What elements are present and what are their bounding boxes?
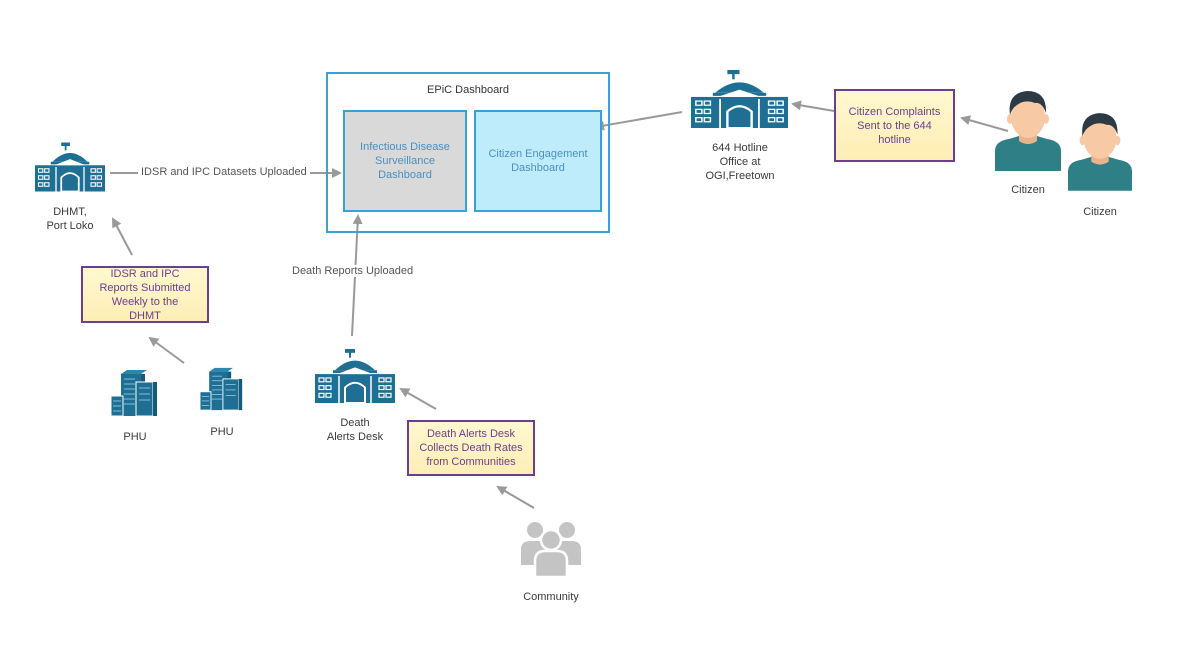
death-desk-label-line1: Death bbox=[340, 417, 370, 429]
edge-label-death-upload: Death Reports Uploaded bbox=[289, 265, 417, 277]
death-desk-label: Death Alerts Desk bbox=[310, 416, 400, 444]
government-building-icon bbox=[315, 349, 395, 403]
dhmt-label-line1: DHMT, bbox=[53, 206, 87, 218]
arrow-complaints-to-hotline bbox=[791, 100, 835, 112]
epic-dashboard-title: EPiC Dashboard bbox=[427, 84, 509, 96]
note-idsr-reports-submitted: IDSR and IPC Reports Submitted Weekly to… bbox=[81, 266, 209, 323]
citizen-engagement-dashboard-label: Citizen Engagement Dashboard bbox=[488, 148, 588, 174]
note-line: Reports Submitted bbox=[99, 281, 191, 294]
note-line: hotline bbox=[878, 133, 911, 146]
infectious-disease-dashboard-label: Infectious Disease Surveillance Dashboar… bbox=[360, 141, 450, 181]
note-line: DHMT bbox=[129, 309, 161, 322]
note-line: Death Alerts Desk bbox=[426, 428, 516, 440]
note-line: Collects Death Rates bbox=[419, 442, 523, 454]
dhmt-label: DHMT, Port Loko bbox=[30, 205, 110, 233]
note-line: from Communities bbox=[426, 456, 516, 468]
hotline-label-line2: Office at bbox=[719, 156, 761, 168]
arrow-community-to-deathnote bbox=[496, 485, 535, 509]
citizen-label-2: Citizen bbox=[1083, 206, 1117, 218]
note-line: Weekly to the bbox=[111, 295, 179, 308]
phu-label-1: PHU bbox=[123, 431, 147, 443]
government-building-icon bbox=[35, 142, 105, 192]
note-line: Sent to the 644 bbox=[857, 119, 932, 132]
office-buildings-icon bbox=[200, 367, 243, 411]
hotline-label-line3: OGI,Freetown bbox=[705, 170, 775, 182]
citizen-label-1: Citizen bbox=[1011, 184, 1045, 196]
death-desk-label-line2: Alerts Desk bbox=[326, 431, 384, 443]
community-label: Community bbox=[523, 591, 579, 603]
phu-label-2: PHU bbox=[210, 426, 234, 438]
edge-label-idsr-upload: IDSR and IPC Datasets Uploaded bbox=[138, 166, 310, 178]
group-icon bbox=[521, 522, 581, 577]
note-citizen-complaints: Citizen Complaints Sent to the 644 hotli… bbox=[834, 89, 955, 162]
dhmt-label-line2: Port Loko bbox=[46, 220, 94, 232]
office-buildings-icon bbox=[111, 370, 157, 416]
arrow-deathnote-to-desk bbox=[399, 388, 437, 410]
person-icon bbox=[995, 91, 1061, 171]
hotline-label: 644 Hotline Office at OGI,Freetown bbox=[690, 141, 790, 183]
infectious-disease-dashboard-panel[interactable]: Infectious Disease Surveillance Dashboar… bbox=[343, 110, 467, 212]
note-death-alerts-desk: Death Alerts Desk Collects Death Rates f… bbox=[407, 420, 535, 476]
arrow-phu-to-reports bbox=[148, 336, 185, 364]
person-icon bbox=[1068, 113, 1132, 191]
note-line: IDSR and IPC bbox=[110, 267, 180, 280]
citizen-engagement-dashboard-panel[interactable]: Citizen Engagement Dashboard bbox=[474, 110, 602, 212]
hotline-label-line1: 644 Hotline bbox=[712, 142, 768, 154]
arrow-reports-to-dhmt bbox=[112, 217, 133, 256]
note-line: Citizen Complaints bbox=[848, 105, 941, 118]
government-building-icon bbox=[691, 70, 788, 128]
